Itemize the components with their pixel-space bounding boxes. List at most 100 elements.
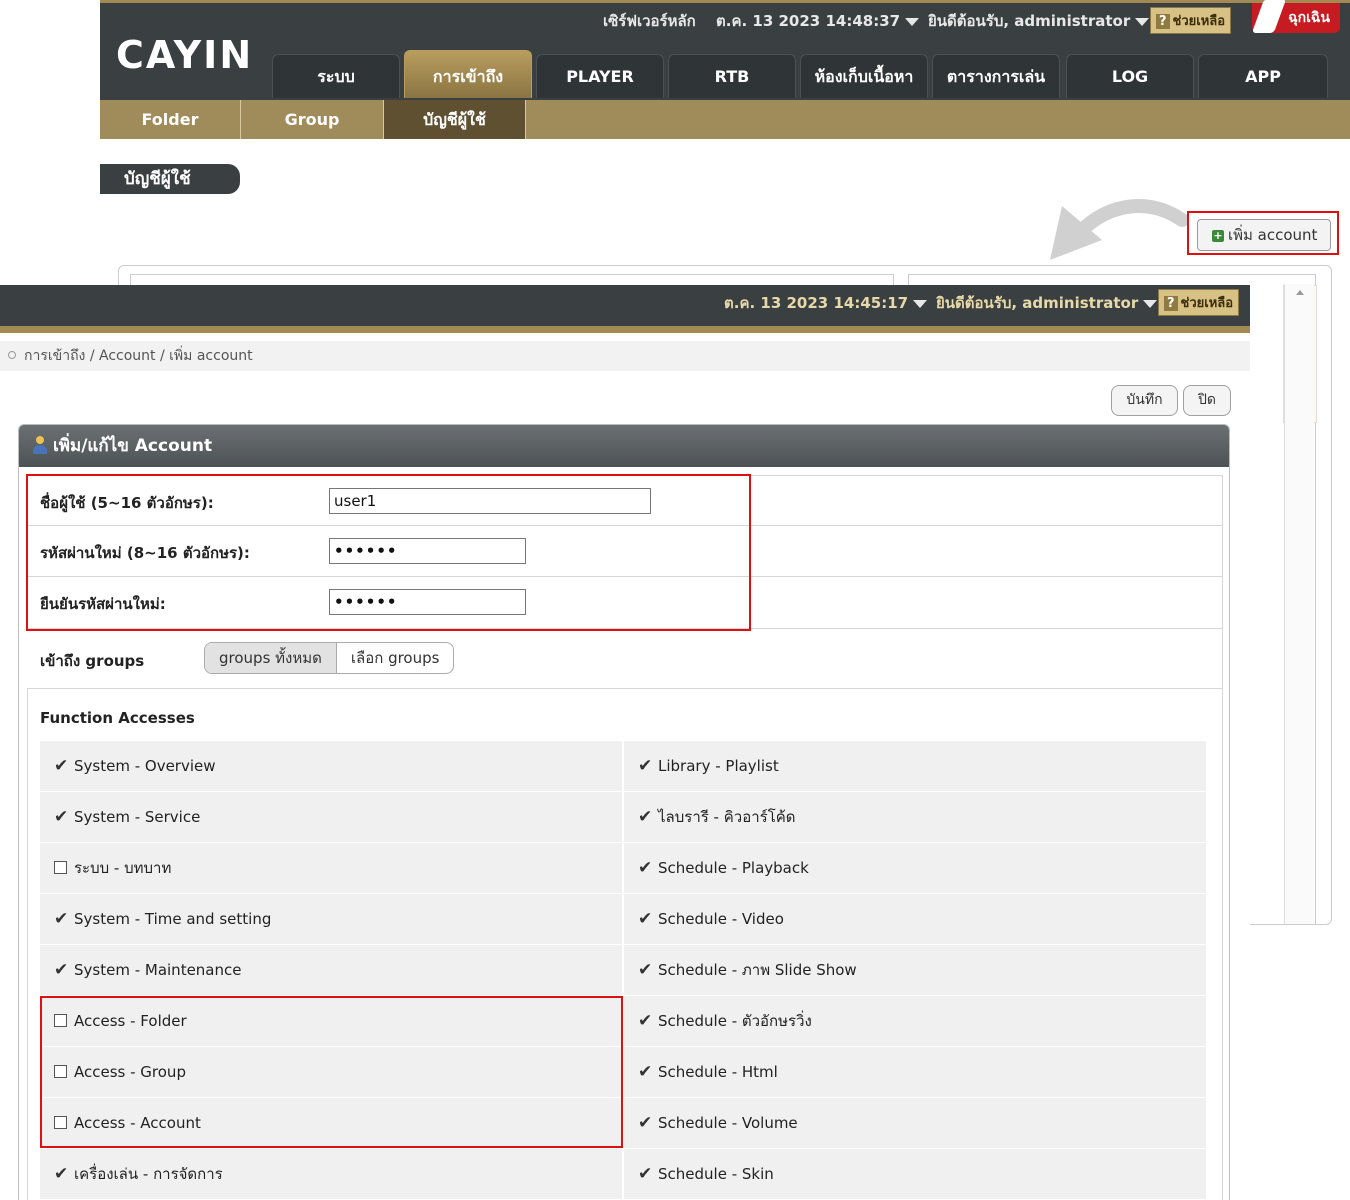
tab-app[interactable]: APP bbox=[1198, 54, 1328, 98]
checkmark-icon[interactable]: ✔ bbox=[638, 741, 653, 791]
function-accesses-title: Function Accesses bbox=[40, 709, 195, 727]
checkmark-icon[interactable]: ✔ bbox=[54, 894, 69, 944]
checkmark-icon[interactable]: ✔ bbox=[638, 843, 653, 893]
function-access-item[interactable]: ✔ System - Overview bbox=[40, 741, 622, 791]
function-access-item[interactable]: ✔ Schedule - ภาพ Slide Show bbox=[624, 945, 1206, 995]
function-access-item[interactable]: ✔ Schedule - ตัวอักษรวิ่ง bbox=[624, 996, 1206, 1046]
function-access-label: Schedule - Playback bbox=[658, 859, 809, 877]
username-field[interactable] bbox=[329, 488, 651, 514]
question-icon: ? bbox=[1156, 14, 1170, 29]
help-button[interactable]: ? ช่วยเหลือ bbox=[1158, 289, 1240, 316]
tab-access[interactable]: การเข้าถึง bbox=[404, 50, 532, 98]
function-access-item[interactable]: Access - Folder bbox=[40, 996, 622, 1046]
checkmark-icon[interactable]: ✔ bbox=[638, 1098, 653, 1148]
user-dropdown[interactable]: ยินดีต้อนรับ, administrator bbox=[936, 291, 1158, 315]
checkmark-icon[interactable]: ✔ bbox=[638, 945, 653, 995]
function-access-label: System - Maintenance bbox=[74, 961, 242, 979]
function-access-item[interactable]: ✔ Schedule - Video bbox=[624, 894, 1206, 944]
breadcrumb: การเข้าถึง / Account / เพิ่ม account bbox=[0, 341, 1250, 371]
datetime-dropdown[interactable]: ต.ค. 13 2023 14:48:37 bbox=[716, 9, 920, 33]
function-access-item[interactable]: ✔ ไลบรารี - คิวอาร์โค้ด bbox=[624, 792, 1206, 842]
add-account-label: เพิ่ม account bbox=[1228, 226, 1318, 244]
help-button[interactable]: ? ช่วยเหลือ bbox=[1150, 7, 1232, 34]
groups-all-option[interactable]: groups ทั้งหมด bbox=[205, 643, 337, 673]
function-access-item[interactable]: ระบบ - บทบาท bbox=[40, 843, 622, 893]
password-field[interactable]: •••••• bbox=[329, 538, 526, 564]
breadcrumb-text: การเข้าถึง / Account / เพิ่ม account bbox=[24, 348, 253, 364]
tab-library[interactable]: ห้องเก็บเนื้อหา bbox=[800, 54, 928, 98]
curved-arrow-icon bbox=[1050, 199, 1189, 260]
user-dropdown[interactable]: ยินดีต้อนรับ, administrator bbox=[928, 9, 1150, 33]
foreground-top-bar: ต.ค. 13 2023 14:45:17 ยินดีต้อนรับ, admi… bbox=[0, 285, 1250, 333]
confirm-password-row: ยืนยันรหัสผ่านใหม่: •••••• bbox=[27, 577, 1223, 629]
server-label: เซิร์ฟเวอร์หลัก bbox=[603, 12, 696, 30]
section-heading: บัญชีผู้ใช้ bbox=[100, 164, 240, 194]
function-access-item[interactable]: ✔ Schedule - Html bbox=[624, 1047, 1206, 1097]
function-access-item[interactable]: ✔ System - Maintenance bbox=[40, 945, 622, 995]
save-button[interactable]: บันทึก bbox=[1111, 385, 1178, 416]
function-access-label: System - Service bbox=[74, 808, 201, 826]
breadcrumb-bullet-icon bbox=[8, 351, 16, 359]
groups-select-option[interactable]: เลือก groups bbox=[337, 643, 454, 673]
tab-rtb[interactable]: RTB bbox=[668, 54, 796, 98]
function-access-label: System - Time and setting bbox=[74, 910, 272, 928]
checkmark-icon[interactable]: ✔ bbox=[54, 741, 69, 791]
chevron-down-icon bbox=[913, 299, 928, 308]
checkmark-icon[interactable]: ✔ bbox=[638, 792, 653, 842]
plus-icon: + bbox=[1212, 229, 1224, 242]
function-access-label: Access - Group bbox=[74, 1063, 186, 1081]
tab-log[interactable]: LOG bbox=[1066, 54, 1194, 98]
function-access-item[interactable]: ✔ เครื่องเล่น - การจัดการ bbox=[40, 1149, 622, 1199]
checkmark-icon[interactable]: ✔ bbox=[638, 1047, 653, 1097]
subtab-group[interactable]: Group bbox=[241, 100, 384, 139]
tab-schedule[interactable]: ตารางการเล่น bbox=[932, 54, 1060, 98]
checkmark-icon[interactable]: ✔ bbox=[54, 792, 69, 842]
unchecked-box-icon[interactable] bbox=[54, 1065, 67, 1078]
subtab-folder[interactable]: Folder bbox=[100, 100, 241, 139]
account-form-panel: เพิ่ม/แก้ไข Account ชื่อผู้ใช้ (5~16 ตัว… bbox=[18, 424, 1230, 1200]
tab-player[interactable]: PLAYER bbox=[536, 54, 664, 98]
groups-toggle: groups ทั้งหมด เลือก groups bbox=[204, 642, 455, 674]
welcome-text: ยินดีต้อนรับ, administrator bbox=[928, 12, 1131, 30]
function-access-label: เครื่องเล่น - การจัดการ bbox=[74, 1165, 223, 1183]
close-button[interactable]: ปิด bbox=[1183, 385, 1231, 416]
emergency-label: ฉุกเฉิน bbox=[1288, 10, 1330, 26]
add-account-button[interactable]: + เพิ่ม account bbox=[1197, 219, 1331, 251]
function-access-item[interactable]: Access - Account bbox=[40, 1098, 622, 1148]
datetime-dropdown[interactable]: ต.ค. 13 2023 14:45:17 bbox=[724, 291, 928, 315]
subtab-account[interactable]: บัญชีผู้ใช้ bbox=[384, 100, 526, 139]
checkmark-icon[interactable]: ✔ bbox=[638, 1149, 653, 1199]
function-access-label: Access - Account bbox=[74, 1114, 201, 1132]
checkmark-icon[interactable]: ✔ bbox=[54, 945, 69, 995]
chevron-down-icon bbox=[1135, 17, 1150, 26]
function-access-label: Access - Folder bbox=[74, 1012, 187, 1030]
function-access-item[interactable]: Access - Group bbox=[40, 1047, 622, 1097]
tab-system[interactable]: ระบบ bbox=[272, 54, 400, 98]
function-access-label: System - Overview bbox=[74, 757, 216, 775]
checkmark-icon[interactable]: ✔ bbox=[638, 894, 653, 944]
unchecked-box-icon[interactable] bbox=[54, 1014, 67, 1027]
function-access-item[interactable]: ✔ Schedule - Skin bbox=[624, 1149, 1206, 1199]
form-title: เพิ่ม/แก้ไข Account bbox=[53, 436, 213, 456]
confirm-password-label: ยืนยันรหัสผ่านใหม่: bbox=[40, 595, 166, 613]
confirm-password-field[interactable]: •••••• bbox=[329, 589, 526, 615]
unchecked-box-icon[interactable] bbox=[54, 1116, 67, 1129]
emergency-button[interactable]: ฉุกเฉิน bbox=[1251, 0, 1340, 33]
function-access-item[interactable]: ✔ System - Time and setting bbox=[40, 894, 622, 944]
function-access-item[interactable]: ✔ Schedule - Playback bbox=[624, 843, 1206, 893]
function-access-item[interactable]: ✔ Library - Playlist bbox=[624, 741, 1206, 791]
unchecked-box-icon[interactable] bbox=[54, 861, 67, 874]
background-scrollbar[interactable] bbox=[1284, 284, 1314, 924]
function-access-item[interactable]: ✔ System - Service bbox=[40, 792, 622, 842]
function-access-item[interactable]: ✔ Schedule - Volume bbox=[624, 1098, 1206, 1148]
function-access-label: Schedule - ตัวอักษรวิ่ง bbox=[658, 1012, 812, 1030]
chevron-down-icon bbox=[905, 17, 920, 26]
checkmark-icon[interactable]: ✔ bbox=[54, 1149, 69, 1199]
password-row: รหัสผ่านใหม่ (8~16 ตัวอักษร): •••••• bbox=[27, 526, 1223, 577]
checkmark-icon[interactable]: ✔ bbox=[638, 996, 653, 1046]
welcome-text: ยินดีต้อนรับ, administrator bbox=[936, 294, 1139, 312]
groups-row: เข้าถึง groups groups ทั้งหมด เลือก grou… bbox=[27, 629, 1223, 689]
user-icon bbox=[33, 436, 47, 454]
main-nav-tabs: ระบบ การเข้าถึง PLAYER RTB ห้องเก็บเนื้อ… bbox=[272, 50, 1332, 98]
username-row: ชื่อผู้ใช้ (5~16 ตัวอักษร): bbox=[27, 475, 1223, 526]
